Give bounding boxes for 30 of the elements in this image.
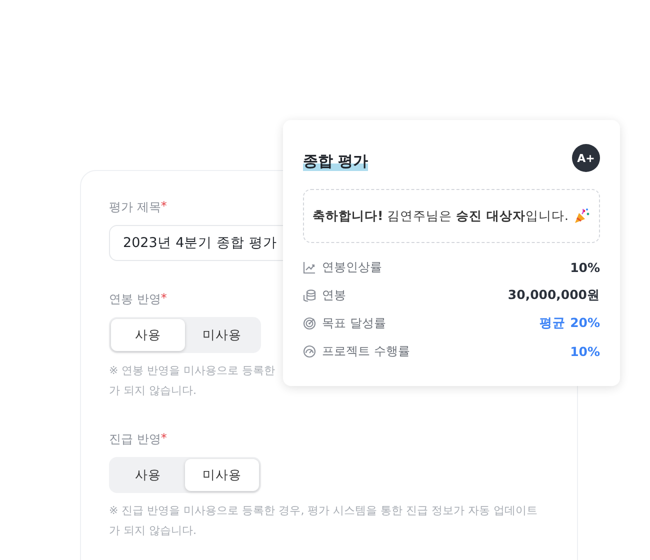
gauge-icon <box>303 345 316 358</box>
grade-badge: A+ <box>572 144 600 172</box>
field-label: 진급 반영 <box>109 431 161 448</box>
note-text: ※ 연봉 반영을 미사용으로 등록한 <box>109 363 276 379</box>
required-mark: * <box>160 199 167 215</box>
metric-value: 평균 20% <box>540 315 600 332</box>
note-text: 가 되지 않습니다. <box>109 383 196 399</box>
trend-chart-icon <box>303 261 316 274</box>
congratulation-text: 축하합니다! 김연주님은 승진 대상자입니다. <box>312 208 568 224</box>
target-icon <box>303 317 316 330</box>
segment-option[interactable]: 미사용 <box>185 459 259 491</box>
required-mark: * <box>160 431 167 447</box>
metric-value: 10% <box>570 344 600 359</box>
field-label: 연봉 반영 <box>109 291 161 308</box>
required-mark: * <box>160 291 167 307</box>
field-label: 평가 제목 <box>109 199 161 216</box>
popup-title: 종합 평가 <box>303 152 368 170</box>
segment-option[interactable]: 사용 <box>111 319 185 351</box>
metric-label: 연봉인상률 <box>322 259 382 276</box>
segment-option[interactable]: 사용 <box>111 459 185 491</box>
metric-value: 10% <box>570 260 600 275</box>
segment-option[interactable]: 미사용 <box>185 319 259 351</box>
metric-label: 연봉 <box>322 287 346 304</box>
note-text: 가 되지 않습니다. <box>109 523 196 539</box>
coins-icon <box>303 289 316 302</box>
metric-value: 30,000,000원 <box>508 287 600 304</box>
party-popper-icon <box>572 207 590 225</box>
note-text: ※ 진급 반영을 미사용으로 등록한 경우, 평가 시스템을 통한 진급 정보가 자동 업데이트 <box>109 503 538 519</box>
metric-label: 프로젝트 수행률 <box>322 343 410 360</box>
metric-label: 목표 달성률 <box>322 315 386 332</box>
